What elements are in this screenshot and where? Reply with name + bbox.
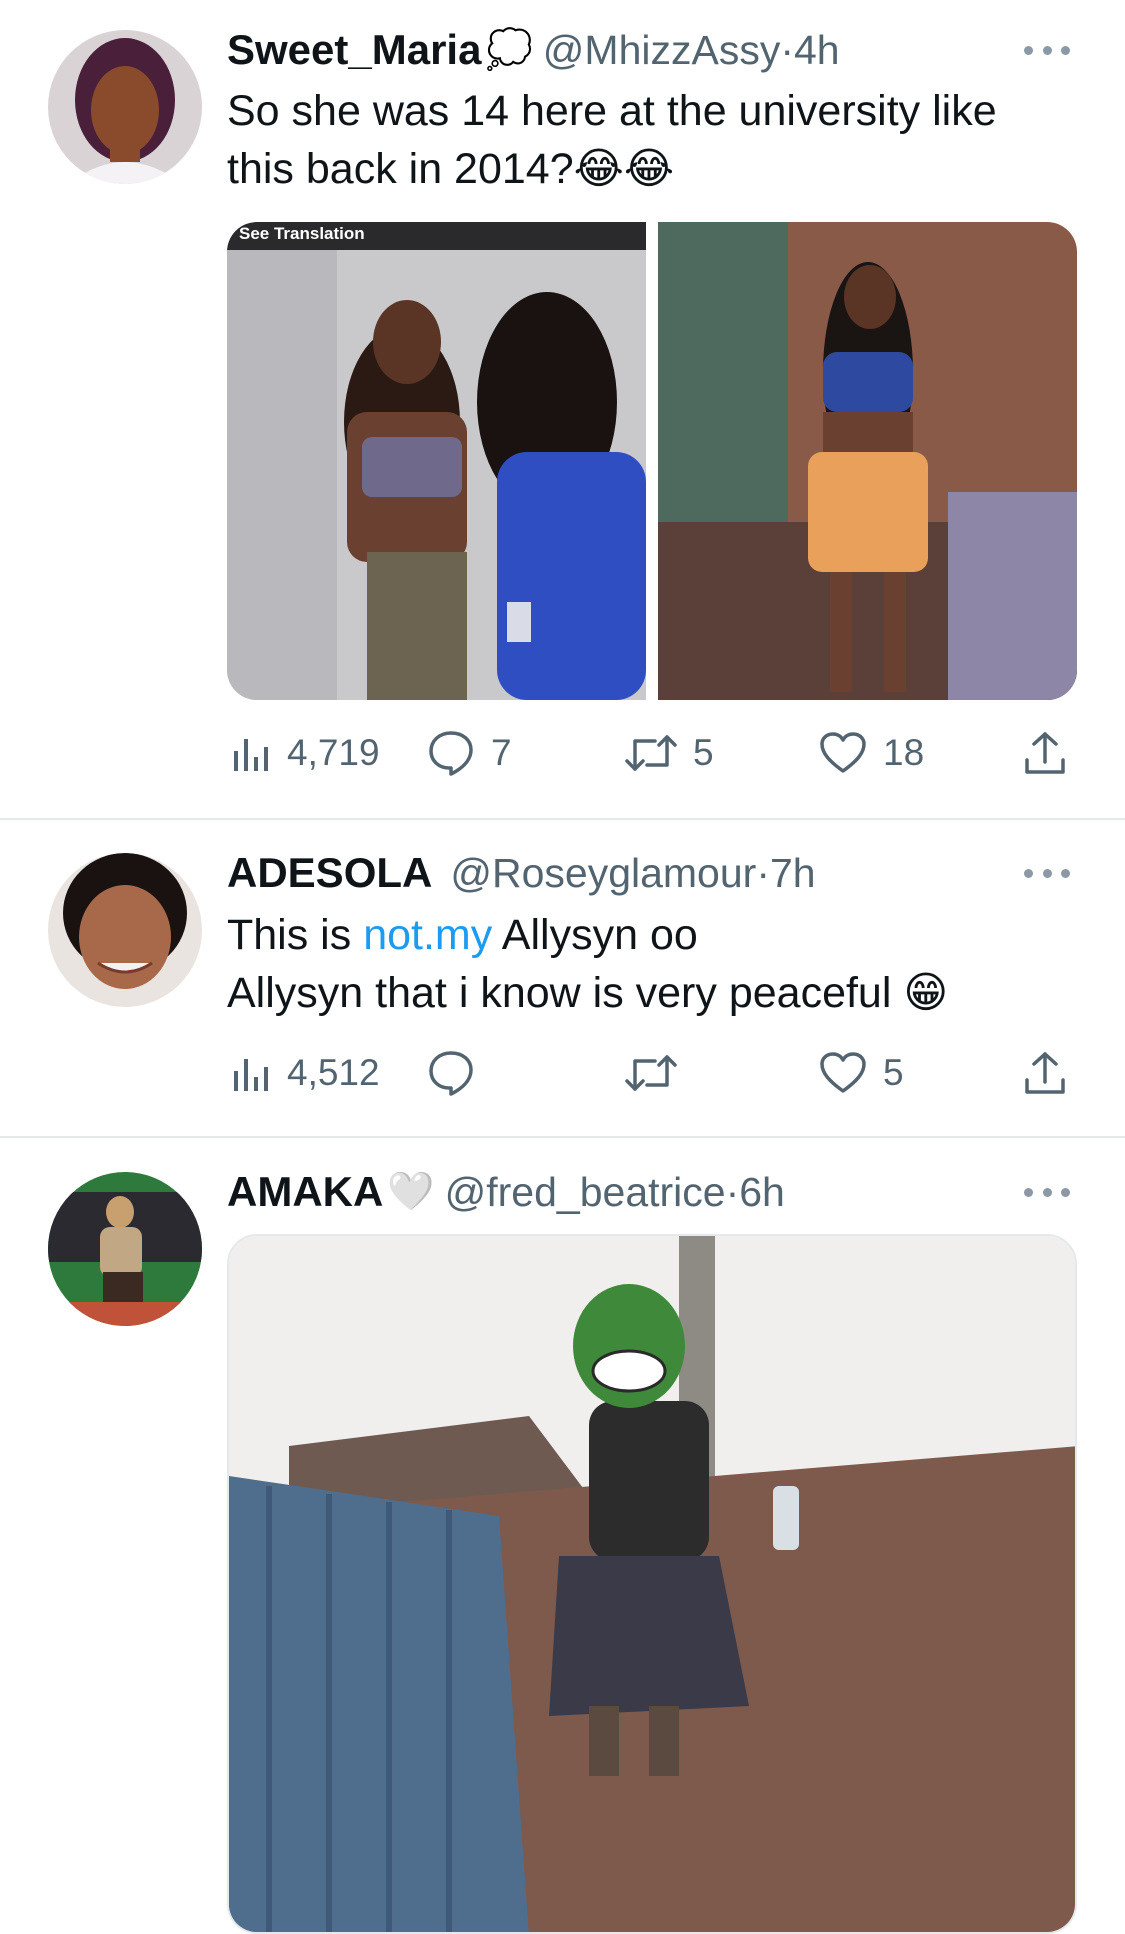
username[interactable]: @fred_beatrice — [445, 1169, 726, 1216]
share-icon — [1025, 732, 1065, 774]
reply-icon — [429, 1051, 473, 1096]
avatar[interactable] — [48, 853, 202, 1007]
reply-icon — [429, 731, 473, 776]
timestamp[interactable]: 7h — [770, 850, 816, 897]
timestamp[interactable]: 6h — [739, 1169, 785, 1216]
views-icon — [234, 1059, 268, 1091]
tweet-3[interactable]: AMAKA 🤍 @fred_beatrice · 6h — [0, 1138, 1125, 1934]
tweet-2[interactable]: ADESOLA @Roseyglamour · 7h This is not.m… — [0, 820, 1125, 1138]
username[interactable]: @Roseyglamour — [450, 850, 756, 897]
tweet-text-line: this back in 2014?😂😂 — [227, 145, 675, 193]
views-count: 4,719 — [287, 732, 380, 773]
views-button[interactable]: 4,719 — [231, 725, 380, 781]
reply-button[interactable]: 7 — [427, 725, 512, 781]
tweet-header: ADESOLA @Roseyglamour · 7h — [227, 843, 816, 903]
separator: · — [725, 1168, 740, 1215]
share-button[interactable] — [1023, 1045, 1067, 1101]
avatar[interactable] — [48, 30, 202, 184]
thought-bubble-emoji: 💭 — [485, 29, 533, 71]
like-count: 5 — [883, 1052, 904, 1093]
views-icon — [234, 739, 268, 771]
separator: · — [780, 26, 794, 73]
photo-1[interactable]: See Translation — [227, 222, 646, 700]
white-heart-emoji: 🤍 — [387, 1171, 435, 1213]
like-icon — [820, 1052, 866, 1093]
text-segment: This is — [227, 911, 364, 959]
tweet-header: AMAKA 🤍 @fred_beatrice · 6h — [227, 1162, 785, 1222]
retweet-button[interactable]: 5 — [625, 725, 714, 781]
display-name[interactable]: Sweet_Maria — [227, 26, 481, 74]
tweet-text: So she was 14 here at the university lik… — [227, 82, 997, 198]
display-name[interactable]: ADESOLA — [227, 849, 432, 897]
text-segment: Allysyn oo — [492, 911, 698, 959]
like-button[interactable]: 18 — [819, 725, 924, 781]
like-button[interactable]: 5 — [819, 1045, 904, 1101]
see-translation-caption: See Translation — [239, 224, 365, 243]
views-count: 4,512 — [287, 1052, 380, 1093]
tweet-1[interactable]: Sweet_Maria 💭 @MhizzAssy · 4h So she was… — [0, 0, 1125, 820]
tweet-actions: 4,719 7 5 18 — [227, 725, 1077, 781]
media-grid: See Translation — [227, 222, 1077, 700]
tweet-text-line: This is not.my Allysyn oo — [227, 906, 948, 964]
separator: · — [756, 849, 770, 896]
retweet-icon — [625, 735, 677, 771]
tweet-actions: 4,512 5 — [227, 1045, 1077, 1101]
more-icon[interactable] — [1024, 40, 1070, 60]
photo[interactable] — [227, 1234, 1077, 1934]
views-button[interactable]: 4,512 — [231, 1045, 380, 1101]
tweet-header: Sweet_Maria 💭 @MhizzAssy · 4h — [227, 20, 840, 80]
tweet-text-line: Allysyn that i know is very peaceful 😁 — [227, 969, 949, 1017]
link[interactable]: not.my — [363, 911, 492, 959]
like-icon — [820, 732, 866, 773]
tweet-text-line: So she was 14 here at the university lik… — [227, 87, 997, 135]
share-icon — [1025, 1052, 1065, 1094]
timestamp[interactable]: 4h — [794, 27, 840, 74]
retweet-button[interactable] — [625, 1045, 693, 1101]
photo-2[interactable] — [658, 222, 1077, 700]
retweet-count: 5 — [693, 732, 714, 773]
tweet-text: This is not.my Allysyn oo Allysyn that i… — [227, 906, 948, 1022]
reply-count: 7 — [491, 732, 512, 773]
more-icon[interactable] — [1024, 863, 1070, 883]
share-button[interactable] — [1023, 725, 1067, 781]
retweet-icon — [625, 1055, 677, 1091]
avatar[interactable] — [48, 1172, 202, 1326]
more-icon[interactable] — [1024, 1182, 1070, 1202]
reply-button[interactable] — [427, 1045, 491, 1101]
display-name[interactable]: AMAKA — [227, 1168, 383, 1216]
username[interactable]: @MhizzAssy — [543, 27, 781, 74]
like-count: 18 — [883, 732, 925, 773]
